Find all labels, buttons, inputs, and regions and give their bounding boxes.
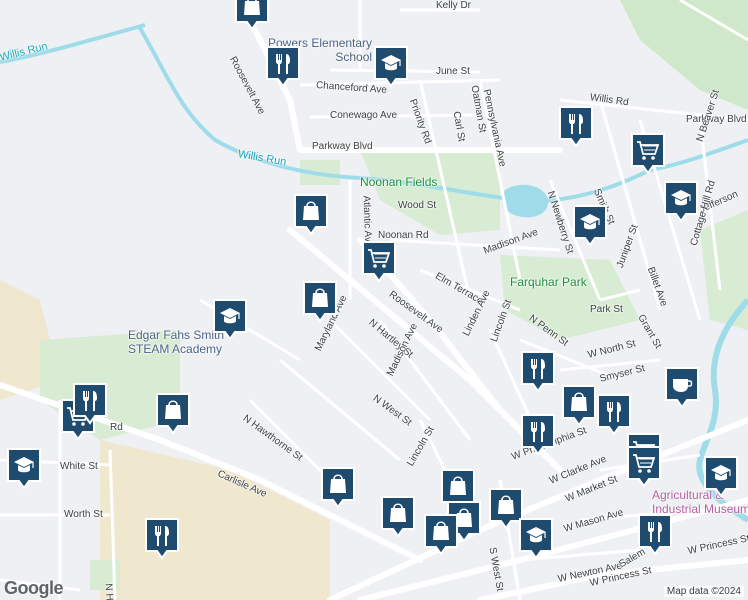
- map-marker-restaurant[interactable]: [144, 517, 180, 561]
- map-marker-school[interactable]: [572, 204, 608, 248]
- school-icon: [7, 448, 41, 490]
- map-marker-shopping-bag[interactable]: [423, 513, 459, 557]
- label-parkway-blvd-west: Parkway Blvd: [312, 141, 373, 152]
- map-marker-restaurant[interactable]: [558, 105, 594, 149]
- map-marker-shopping-bag[interactable]: [320, 466, 356, 510]
- shopping-bag-icon: [235, 0, 269, 31]
- restaurant-icon: [521, 414, 555, 456]
- restaurant-icon: [638, 514, 672, 556]
- label-farquhar-park: Farquhar Park: [510, 275, 587, 289]
- school-icon: [704, 456, 738, 498]
- map-marker-school[interactable]: [6, 447, 42, 491]
- map-marker-grocery-cart[interactable]: [361, 240, 397, 284]
- map-marker-restaurant[interactable]: [265, 45, 301, 89]
- label-noonan-fields: Noonan Fields: [360, 175, 438, 189]
- label-white-st: White St: [60, 461, 98, 472]
- map-marker-restaurant[interactable]: [72, 382, 108, 426]
- restaurant-icon: [597, 394, 631, 436]
- label-kelly-dr: Kelly Dr: [436, 0, 472, 11]
- label-n-highland: N High: [102, 583, 116, 600]
- school-icon: [664, 181, 698, 223]
- shopping-bag-icon: [303, 281, 337, 323]
- label-conewago-ave: Conewago Ave: [330, 110, 398, 121]
- shopping-bag-icon: [424, 514, 458, 556]
- map-marker-grocery-cart[interactable]: [630, 132, 666, 176]
- coffee-icon: [665, 367, 699, 409]
- grocery-cart-icon: [362, 241, 396, 283]
- label-edgar-fahs-smith-steam-academy[interactable]: Edgar Fahs Smith STEAM Academy: [128, 328, 224, 356]
- shopping-bag-icon: [294, 194, 328, 236]
- restaurant-icon: [559, 106, 593, 148]
- restaurant-icon: [266, 46, 300, 88]
- google-logo: Google: [4, 578, 64, 598]
- school-icon: [213, 299, 247, 341]
- map-marker-restaurant[interactable]: [520, 350, 556, 394]
- label-june-st: June St: [436, 66, 470, 77]
- grocery-cart-icon: [627, 446, 661, 488]
- map-marker-school[interactable]: [663, 180, 699, 224]
- map-marker-coffee[interactable]: [664, 366, 700, 410]
- label-wood-st: Wood St: [398, 200, 437, 211]
- label-worth-st: Worth St: [64, 509, 103, 520]
- label-road-fragment: Rd: [110, 422, 123, 433]
- restaurant-icon: [521, 351, 555, 393]
- school-icon: [374, 46, 408, 88]
- label-park-st: Park St: [590, 304, 623, 315]
- restaurant-icon: [145, 518, 179, 560]
- map-marker-shopping-bag[interactable]: [234, 0, 270, 32]
- map-marker-shopping-bag[interactable]: [302, 280, 338, 324]
- map-marker-restaurant[interactable]: [596, 393, 632, 437]
- map-marker-shopping-bag[interactable]: [380, 495, 416, 539]
- school-icon: [519, 518, 553, 560]
- map-marker-restaurant[interactable]: [637, 513, 673, 557]
- school-icon: [573, 205, 607, 247]
- map-marker-school[interactable]: [212, 298, 248, 342]
- map-canvas[interactable]: Willis Run Willis Run Roosevelt Ave Chan…: [0, 0, 748, 600]
- restaurant-icon: [73, 383, 107, 425]
- map-marker-school[interactable]: [373, 45, 409, 89]
- map-marker-school[interactable]: [518, 517, 554, 561]
- map-marker-shopping-bag[interactable]: [155, 392, 191, 436]
- shopping-bag-icon: [321, 467, 355, 509]
- map-marker-shopping-bag[interactable]: [293, 193, 329, 237]
- map-marker-restaurant[interactable]: [520, 413, 556, 457]
- map-marker-grocery-cart[interactable]: [626, 445, 662, 489]
- shopping-bag-icon: [381, 496, 415, 538]
- map-marker-school[interactable]: [703, 455, 739, 499]
- label-parkway-blvd-east: Parkway Blvd: [686, 114, 747, 125]
- map-marker-shopping-bag[interactable]: [561, 384, 597, 428]
- grocery-cart-icon: [631, 133, 665, 175]
- map-attribution: Map data ©2024: [663, 586, 744, 597]
- shopping-bag-icon: [156, 393, 190, 435]
- shopping-bag-icon: [562, 385, 596, 427]
